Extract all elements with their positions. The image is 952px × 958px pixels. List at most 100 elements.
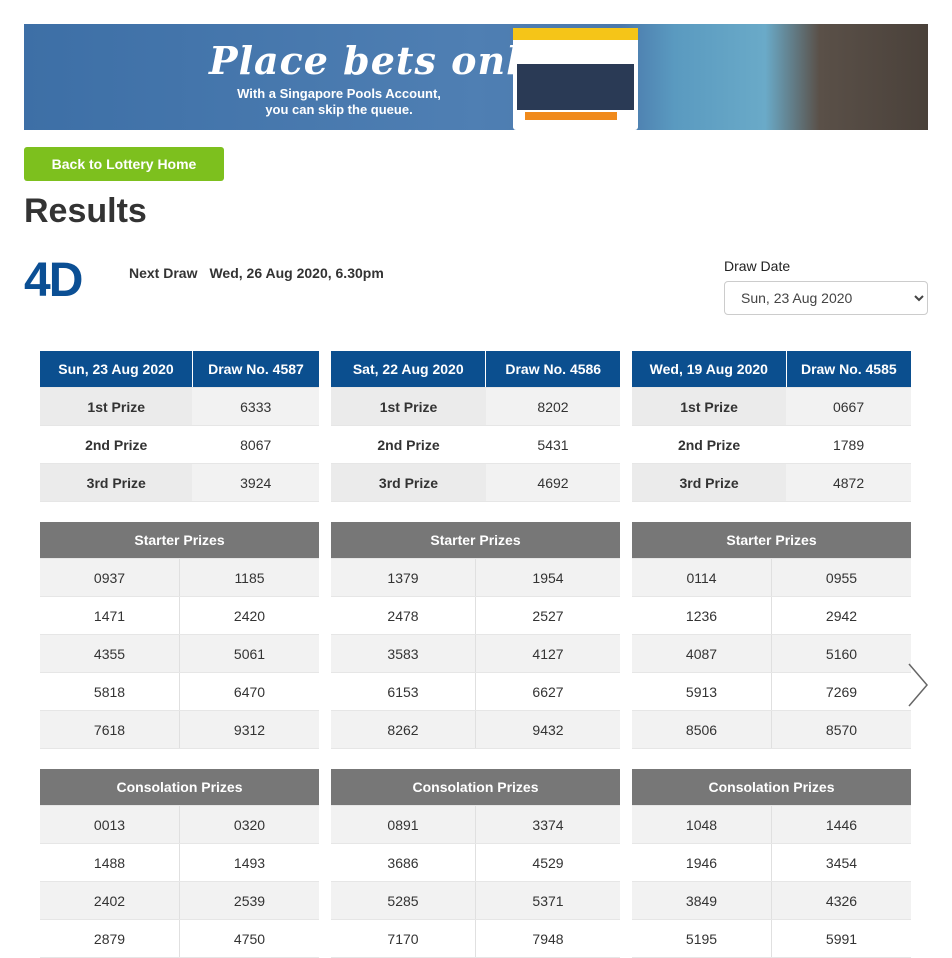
table-row: 7618 9312: [40, 710, 319, 749]
table-row: 4355 5061: [40, 634, 319, 673]
consolation-prizes-table: Consolation Prizes 1048 1446 1946 3454 3849 43…: [632, 749, 911, 958]
prize-number: 0114: [632, 558, 772, 597]
table-row: 5285 5371: [331, 881, 620, 920]
prize-number: 7269: [771, 672, 911, 711]
table-row: 1st Prize 6333: [40, 387, 319, 426]
banner-subtitle: With a Singapore Pools Account, you can s…: [237, 86, 441, 117]
starter-prizes-header: Starter Prizes: [331, 522, 620, 559]
table-row: 5913 7269: [632, 672, 911, 711]
prize-number: 1789: [786, 425, 911, 464]
promo-banner[interactable]: Place bets online With a Singapore Pools…: [24, 24, 928, 130]
starter-prizes-header: Starter Prizes: [632, 522, 911, 559]
prize-number: 0955: [771, 558, 911, 597]
prize-number: 5431: [485, 425, 620, 464]
table-row: 3rd Prize 3924: [40, 463, 319, 502]
prize-number: 0320: [179, 805, 319, 844]
4d-logo: 4D: [24, 254, 83, 307]
prize-number: 3583: [331, 634, 476, 673]
prize-number: 5371: [475, 881, 620, 920]
prize-number: 5160: [771, 634, 911, 673]
prize-number: 4355: [40, 634, 180, 673]
table-row: 5818 6470: [40, 672, 319, 711]
prize-number: 6333: [192, 387, 319, 426]
consolation-prizes-header: Consolation Prizes: [40, 769, 319, 806]
prize-number: 5285: [331, 881, 476, 920]
consolation-prizes-table: Consolation Prizes 0013 0320 1488 1493 2402 25…: [40, 749, 319, 958]
prize-number: 1946: [632, 843, 772, 882]
table-row: 2nd Prize 1789: [632, 425, 911, 464]
prize-label: 3rd Prize: [331, 463, 486, 502]
prize-number: 5061: [179, 634, 319, 673]
prize-number: 8262: [331, 710, 476, 749]
table-row: 3583 4127: [331, 634, 620, 673]
prize-number: 1185: [179, 558, 319, 597]
table-row: 1379 1954: [331, 558, 620, 597]
prize-number: 2420: [179, 596, 319, 635]
consolation-prizes-header: Consolation Prizes: [331, 769, 620, 806]
starter-prizes-table: Starter Prizes 0937 1185 1471 2420 4355 5061 58…: [40, 502, 319, 749]
back-to-lottery-home-button[interactable]: Back to Lottery Home: [24, 147, 224, 181]
prize-number: 4750: [179, 919, 319, 958]
chevron-right-icon[interactable]: [906, 662, 930, 708]
table-row: 8262 9432: [331, 710, 620, 749]
prize-number: 5818: [40, 672, 180, 711]
prize-number: 3374: [475, 805, 620, 844]
prize-number: 1954: [475, 558, 620, 597]
prize-number: 3849: [632, 881, 772, 920]
prize-number: 4127: [475, 634, 620, 673]
draw-number: Draw No. 4586: [485, 351, 620, 388]
consolation-prizes-header: Consolation Prizes: [632, 769, 911, 806]
prize-label: 3rd Prize: [40, 463, 193, 502]
prize-number: 2942: [771, 596, 911, 635]
draw-column: Wed, 19 Aug 2020 Draw No. 4585 1st Prize 06…: [632, 351, 911, 958]
table-row: 1471 2420: [40, 596, 319, 635]
prize-number: 2478: [331, 596, 476, 635]
prize-number: 2539: [179, 881, 319, 920]
prize-number: 2402: [40, 881, 180, 920]
prize-number: 2879: [40, 919, 180, 958]
prize-number: 1446: [771, 805, 911, 844]
table-row: 0114 0955: [632, 558, 911, 597]
prize-number: 4872: [786, 463, 911, 502]
table-row: 5195 5991: [632, 919, 911, 958]
prize-number: 5913: [632, 672, 772, 711]
prize-number: 5991: [771, 919, 911, 958]
prize-number: 6627: [475, 672, 620, 711]
table-row: 1048 1446: [632, 805, 911, 844]
table-row: 6153 6627: [331, 672, 620, 711]
page-title: Results: [24, 192, 147, 230]
prize-number: 3924: [192, 463, 319, 502]
draw-date-select[interactable]: Sun, 23 Aug 2020: [724, 281, 928, 315]
table-row: 3rd Prize 4872: [632, 463, 911, 502]
phone-image: [513, 28, 638, 130]
prize-number: 7170: [331, 919, 476, 958]
draw-date: Sat, 22 Aug 2020: [331, 351, 487, 388]
prize-number: 8202: [485, 387, 620, 426]
prize-number: 1236: [632, 596, 772, 635]
prize-number: 6153: [331, 672, 476, 711]
prize-number: 4529: [475, 843, 620, 882]
prize-number: 8067: [192, 425, 319, 464]
table-row: 2402 2539: [40, 881, 319, 920]
draw-results-table: Sat, 22 Aug 2020 Draw No. 4586 1st Prize 82…: [331, 351, 620, 502]
prize-number: 0891: [331, 805, 476, 844]
prize-number: 3686: [331, 843, 476, 882]
draw-number: Draw No. 4587: [192, 351, 319, 388]
starter-prizes-table: Starter Prizes 1379 1954 2478 2527 3583 4127 61…: [331, 502, 620, 749]
prize-number: 1048: [632, 805, 772, 844]
prize-label: 3rd Prize: [632, 463, 787, 502]
table-row: 2879 4750: [40, 919, 319, 958]
prize-number: 1379: [331, 558, 476, 597]
prize-number: 8506: [632, 710, 772, 749]
table-row: 4087 5160: [632, 634, 911, 673]
prize-number: 1488: [40, 843, 180, 882]
draw-results-table: Sun, 23 Aug 2020 Draw No. 4587 1st Prize 63…: [40, 351, 319, 502]
prize-number: 1493: [179, 843, 319, 882]
prize-number: 8570: [771, 710, 911, 749]
table-row: 2478 2527: [331, 596, 620, 635]
next-draw: Next Draw Wed, 26 Aug 2020, 6.30pm: [129, 265, 384, 281]
table-row: 2nd Prize 8067: [40, 425, 319, 464]
table-row: 8506 8570: [632, 710, 911, 749]
table-row: 7170 7948: [331, 919, 620, 958]
prize-number: 3454: [771, 843, 911, 882]
